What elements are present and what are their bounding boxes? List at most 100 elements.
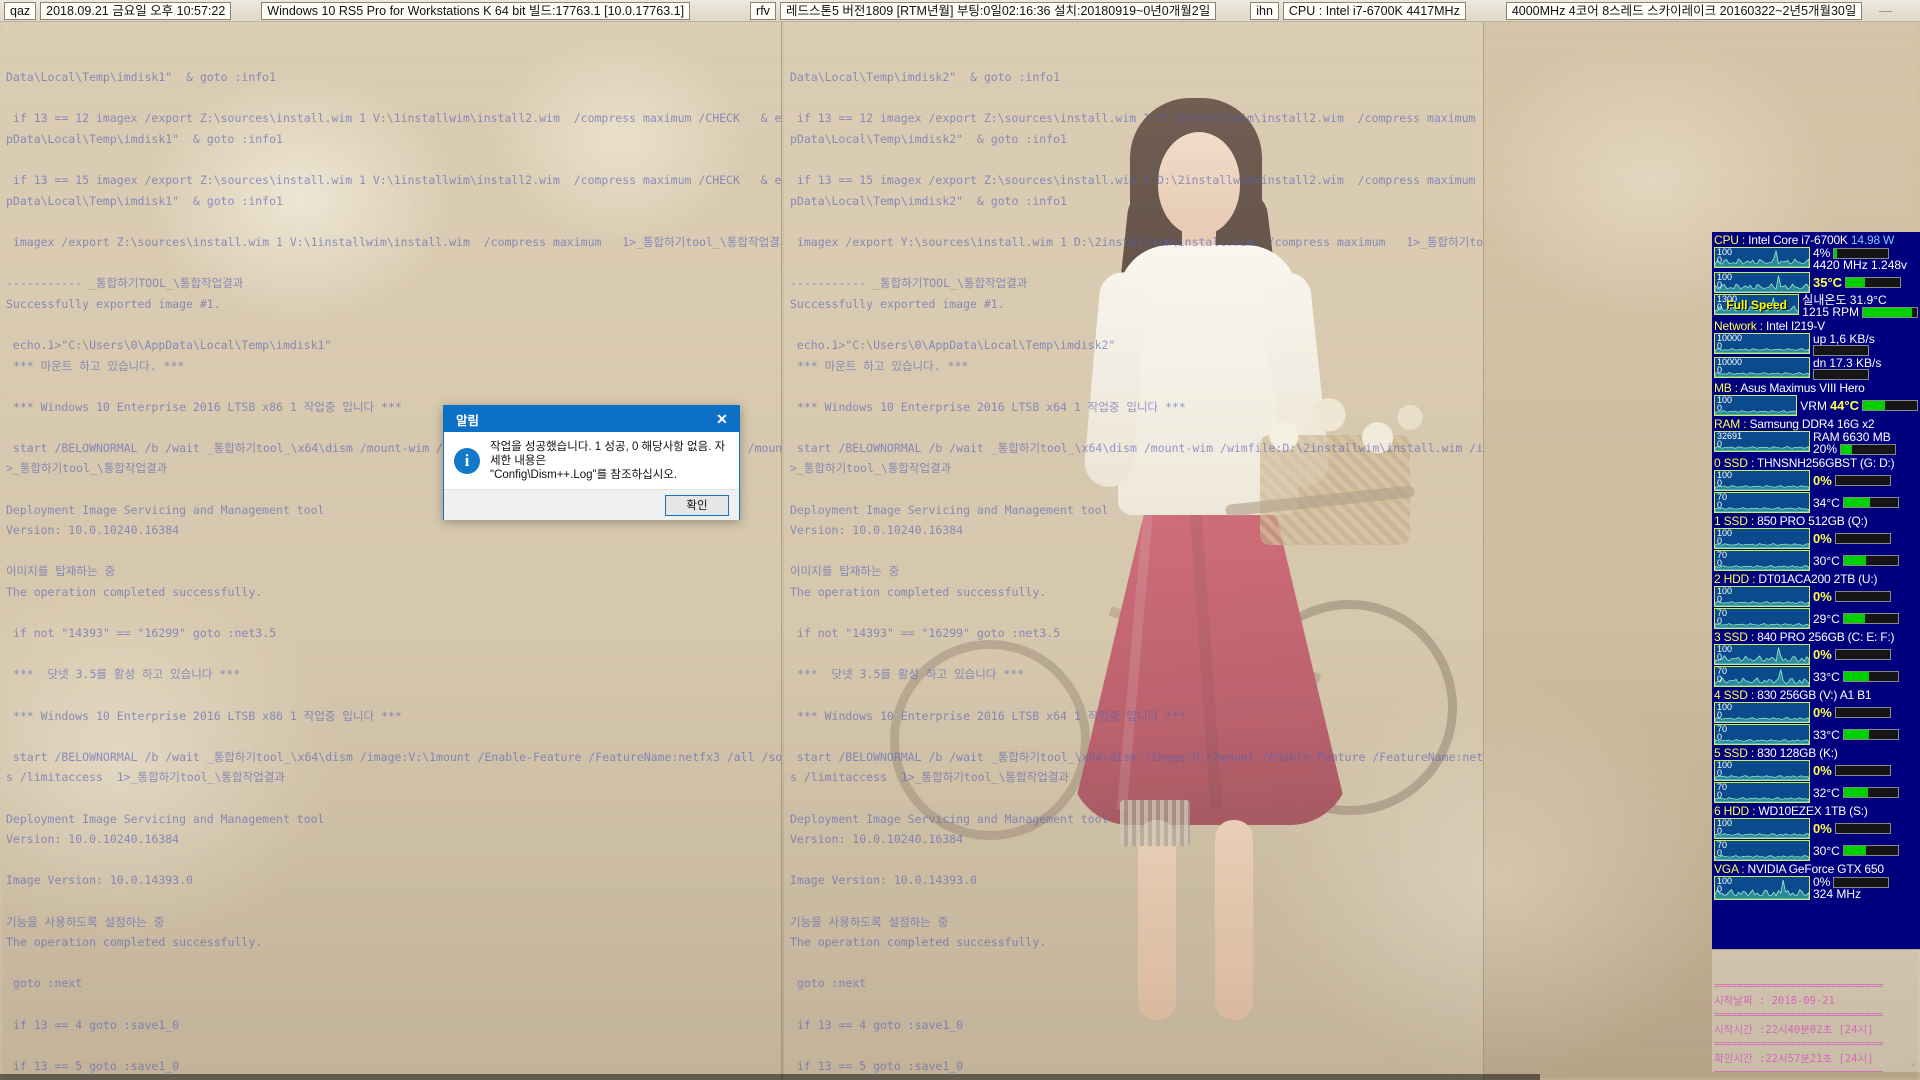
- console-line: if 13 == 4 goto :save1_0: [6, 1017, 180, 1032]
- hwmon-row: 100 0 0%: [1714, 586, 1918, 607]
- hwmon-bar: [1862, 306, 1918, 318]
- hwmon-graph: 32691 0: [1714, 431, 1810, 452]
- maximize-button[interactable]: ❐: [1908, 0, 1920, 22]
- hwmon-graph: 10000 0: [1714, 333, 1810, 354]
- hwmon-title-device: Intel I219-V: [1766, 319, 1825, 333]
- hwmon-title-prefix: RAM :: [1714, 417, 1750, 431]
- hwmon-graph-min: 0: [1717, 439, 1723, 449]
- hwmon-bar: [1842, 787, 1899, 798]
- console-line: start /BELOWNORMAL /b /wait _통합하기tool_\x…: [12, 749, 782, 764]
- hwmon-readout-label: VRM: [1800, 398, 1827, 413]
- hwmon-title-prefix: Network :: [1714, 319, 1767, 333]
- hwmon-readouts: VRM 44°C: [1800, 395, 1918, 416]
- hwmon-row: 1300 0 Full Speed 실내온도 31.9°C 1215 RPM: [1714, 294, 1918, 318]
- console-line: 이미지를 탑재하는 중: [790, 564, 900, 579]
- hwmon-bar: [1842, 497, 1899, 508]
- hwmon-readout-line: 33°C: [1813, 729, 1918, 741]
- console-line: ----------- _통합하기TOOL_\통합작업결과: [790, 276, 1028, 291]
- hwmon-bar: [1834, 475, 1891, 486]
- titlebar-tag-ihn: ihn: [1250, 1, 1279, 20]
- titlebar-tag-qaz: qaz: [4, 1, 37, 20]
- hwmon-row: 10000 0 up 1,6 KB/s: [1714, 333, 1918, 356]
- hwmon-bar: [1834, 707, 1891, 718]
- console-line: if 13 == 12 imagex /export Z:\sources\in…: [12, 111, 782, 126]
- hwmon-readouts: 0% 324 MHz: [1813, 876, 1918, 900]
- hwmon-readout-value: 0%: [1813, 820, 1832, 836]
- dialog-body: i 작업을 성공했습니다. 1 성공, 0 해당사항 없음. 자세한 내용은 "…: [444, 432, 739, 489]
- minimize-button[interactable]: —: [1862, 0, 1908, 22]
- hwmon-readout-value: 1,6 KB/s: [1829, 332, 1875, 346]
- hwmon-readout-line: 0%: [1813, 704, 1918, 720]
- hwmon-title-prefix: 3 SSD :: [1714, 630, 1758, 644]
- hwmon-graph-min: 0: [1717, 403, 1723, 413]
- hwmon-readout-value: 30°C: [1813, 843, 1840, 858]
- ok-button[interactable]: 확인: [665, 494, 729, 516]
- console-line: *** 마운트 하고 있습니다. ***: [790, 358, 969, 373]
- hwmon-graph-min: 0: [1717, 710, 1723, 720]
- console-window-right[interactable]: Data\Local\Temp\imdisk2" & goto :info1 i…: [784, 22, 1484, 1080]
- hwmon-graph: 70 0: [1714, 550, 1810, 571]
- console-line: pData\Local\Temp\imdisk1" & goto :info1: [6, 193, 283, 208]
- dialog-footer: 확인: [444, 489, 739, 520]
- hwmon-readouts: dn 17.3 KB/s: [1813, 357, 1918, 380]
- console-line: *** Windows 10 Enterprise 2016 LTSB x64 …: [790, 399, 1186, 414]
- hardware-monitor-panel[interactable]: CPU : Intel Core i7-6700K 14.98 W 100 0 4% 4…: [1712, 232, 1920, 949]
- dialog-message-line-2: "Config\Dism++.Log"를 참조하십시오.: [490, 468, 678, 481]
- hwmon-title-device: THNSNH256GBST (G: D:): [1756, 456, 1895, 470]
- hwmon-row: 70 0 29°C: [1714, 608, 1918, 629]
- hwmon-row: 10000 0 dn 17.3 KB/s: [1714, 357, 1918, 380]
- hwmon-readouts: 0%: [1813, 470, 1918, 491]
- console-line: ----------- _통합하기TOOL_\통합작업결과: [6, 276, 244, 291]
- chevron-down-icon[interactable]: ⌄: [1906, 1056, 1920, 1070]
- hwmon-bar: [1840, 443, 1897, 455]
- hwmon-graph: 100 0: [1714, 760, 1810, 781]
- hwmon-readouts: 35°C: [1813, 272, 1918, 293]
- window-controls: — ❐ ✕: [1862, 0, 1920, 22]
- info-icon: i: [454, 447, 480, 474]
- hwmon-graph-min: 0: [1717, 536, 1723, 546]
- hwmon-title-device: 850 PRO 512GB (Q:): [1757, 514, 1868, 528]
- hwmon-section-title: 0 SSD : THNSNH256GBST (G: D:): [1714, 456, 1918, 470]
- hwmon-readouts: 0%: [1813, 760, 1918, 781]
- console-line: if 13 == 15 imagex /export Z:\sources\in…: [796, 173, 1483, 188]
- hwmon-title-prefix: 1 SSD :: [1714, 514, 1758, 528]
- hwmon-section-title: 1 SSD : 850 PRO 512GB (Q:): [1714, 514, 1918, 528]
- hwmon-readout-line: 33°C: [1813, 671, 1918, 683]
- console-line: Version: 10.0.10240.16384: [790, 832, 964, 847]
- hwmon-readouts: 32°C: [1813, 782, 1918, 803]
- hwmon-bar: [1842, 555, 1899, 566]
- hwmon-graph-min: 0: [1717, 594, 1723, 604]
- hwmon-bar: [1834, 649, 1891, 660]
- close-icon[interactable]: ✕: [705, 406, 739, 432]
- hwmon-readouts: 30°C: [1813, 840, 1918, 861]
- hwmon-bar: [1842, 729, 1899, 740]
- hwmon-title-prefix: 2 HDD :: [1714, 572, 1759, 586]
- hwmon-row: 70 0 33°C: [1714, 666, 1918, 687]
- hwmon-readouts: 0%: [1813, 586, 1918, 607]
- notification-dialog[interactable]: 알림 ✕ i 작업을 성공했습니다. 1 성공, 0 해당사항 없음. 자세한 …: [443, 405, 740, 520]
- hwmon-readout-value: 0%: [1813, 704, 1832, 720]
- hwmon-graph-min: 0: [1717, 500, 1723, 510]
- hwmon-readout-line: 29°C: [1813, 613, 1918, 625]
- hwmon-readouts: RAM 6630 MB 20%: [1813, 431, 1918, 455]
- hwmon-readout-value: 20%: [1813, 442, 1838, 456]
- console-line: >_통합하기tool_\통합작업결과: [790, 461, 952, 476]
- console-line: goto :next: [6, 976, 83, 991]
- console-line: pData\Local\Temp\imdisk2" & goto :info1: [790, 131, 1067, 146]
- hwmon-title-device: Samsung DDR4 16G x2: [1749, 417, 1875, 431]
- console-window-left[interactable]: Data\Local\Temp\imdisk1" & goto :info1 i…: [0, 22, 782, 1080]
- console-line: Version: 10.0.10240.16384: [6, 832, 180, 847]
- hwmon-row: 70 0 34°C: [1714, 492, 1918, 513]
- hwmon-readout-value: 324 MHz: [1813, 887, 1862, 901]
- window-titlebar: qaz 2018.09.21 금요일 오후 10:57:22 Windows 1…: [0, 0, 1920, 22]
